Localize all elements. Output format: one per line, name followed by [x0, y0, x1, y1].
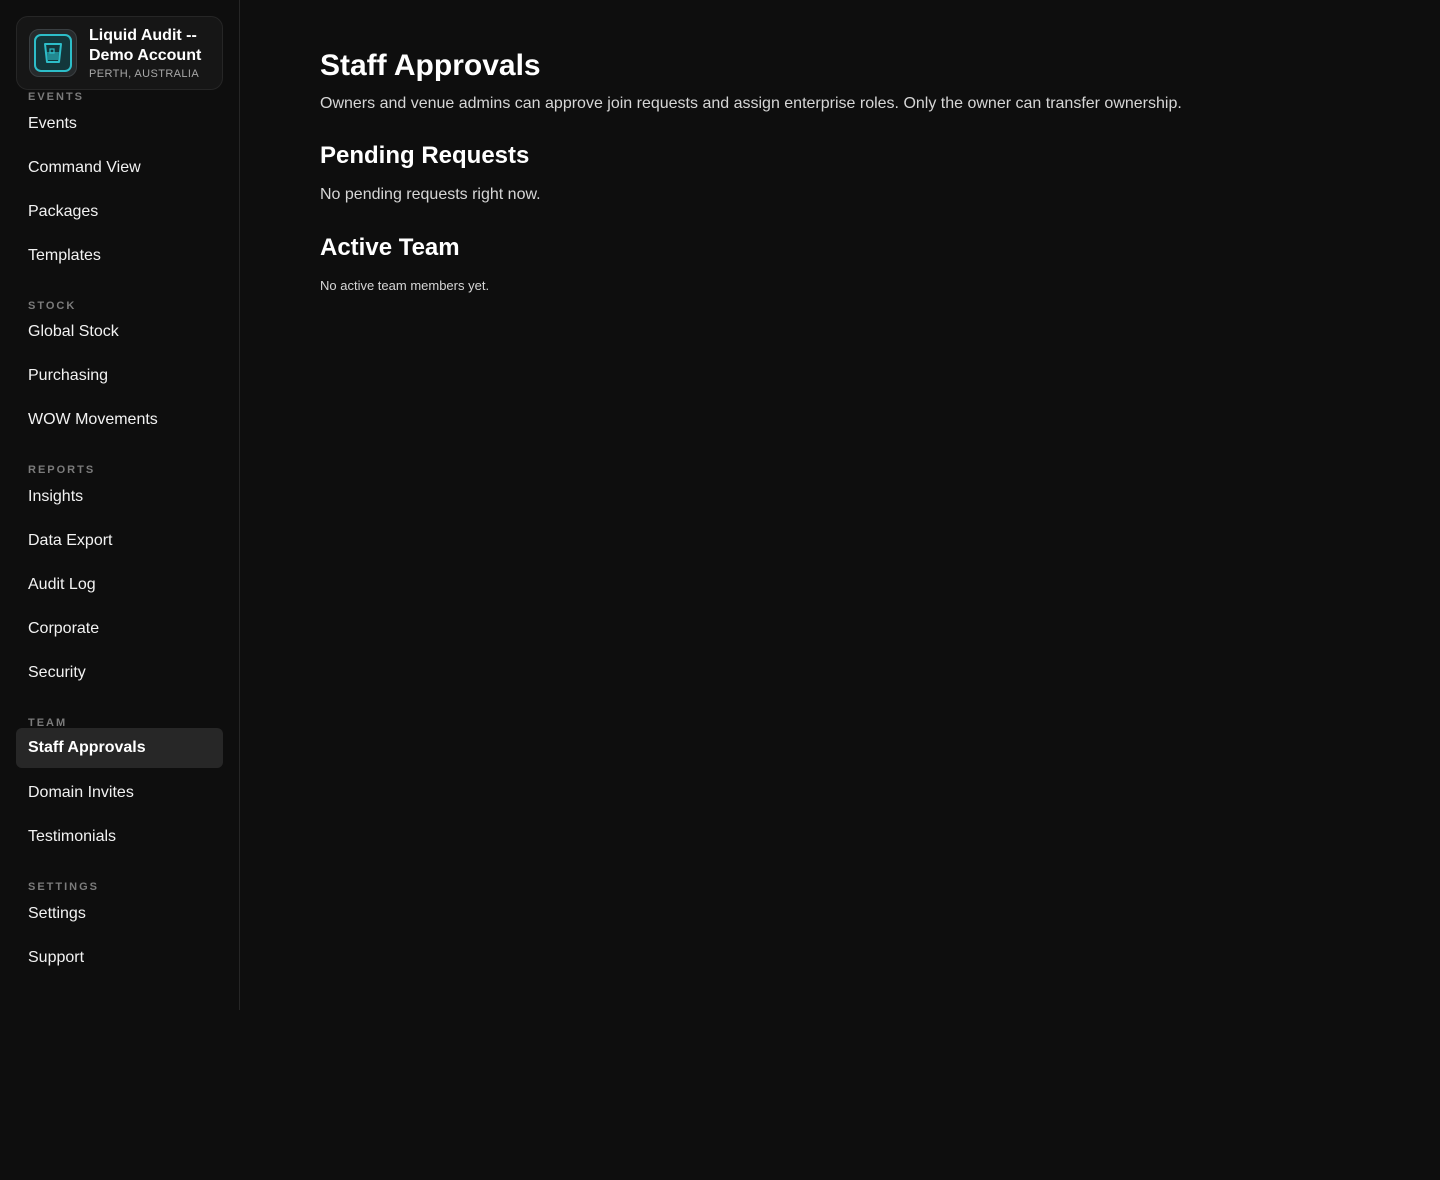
sidebar-item-corporate[interactable]: Corporate — [16, 609, 223, 649]
sidebar-item-audit-log[interactable]: Audit Log — [16, 565, 223, 605]
active-team-empty: No active team members yet. — [320, 278, 490, 293]
sidebar-item-domain-invites[interactable]: Domain Invites — [16, 773, 223, 813]
page-description: Owners and venue admins can approve join… — [320, 95, 1182, 112]
sidebar-item-data-export[interactable]: Data Export — [16, 521, 223, 561]
nav-heading-stock: STOCK — [28, 300, 77, 312]
sidebar-item-global-stock[interactable]: Global Stock — [16, 312, 223, 352]
active-team-title: Active Team — [320, 234, 460, 261]
pending-requests-empty: No pending requests right now. — [320, 186, 541, 203]
nav-heading-settings: SETTINGS — [28, 881, 100, 893]
nav-heading-events: EVENTS — [28, 91, 85, 103]
page-title: Staff Approvals — [320, 49, 541, 82]
nav-heading-reports: REPORTS — [28, 464, 96, 476]
app-root: Liquid Audit -- Demo Account PERTH, AUST… — [0, 0, 1440, 1180]
sidebar-item-staff-approvals[interactable]: Staff Approvals — [16, 728, 223, 768]
sidebar-item-settings[interactable]: Settings — [16, 894, 223, 934]
account-location: PERTH, AUSTRALIA — [89, 67, 200, 80]
account-name: Liquid Audit -- Demo Account — [89, 26, 202, 64]
sidebar-item-templates[interactable]: Templates — [16, 236, 223, 276]
sidebar-item-support[interactable]: Support — [16, 938, 223, 978]
sidebar-item-purchasing[interactable]: Purchasing — [16, 356, 223, 396]
glass-logo-icon — [29, 29, 77, 77]
sidebar-item-wow-movements[interactable]: WOW Movements — [16, 400, 223, 440]
pending-requests-title: Pending Requests — [320, 142, 530, 169]
sidebar-item-security[interactable]: Security — [16, 653, 223, 693]
sidebar-item-testimonials[interactable]: Testimonials — [16, 817, 223, 857]
sidebar-item-command-view[interactable]: Command View — [16, 148, 223, 188]
sidebar-item-events[interactable]: Events — [16, 104, 223, 144]
sidebar-item-insights[interactable]: Insights — [16, 477, 223, 517]
sidebar-item-packages[interactable]: Packages — [16, 192, 223, 232]
sidebar: Liquid Audit -- Demo Account PERTH, AUST… — [0, 0, 240, 1010]
account-switcher[interactable]: Liquid Audit -- Demo Account PERTH, AUST… — [16, 16, 223, 90]
